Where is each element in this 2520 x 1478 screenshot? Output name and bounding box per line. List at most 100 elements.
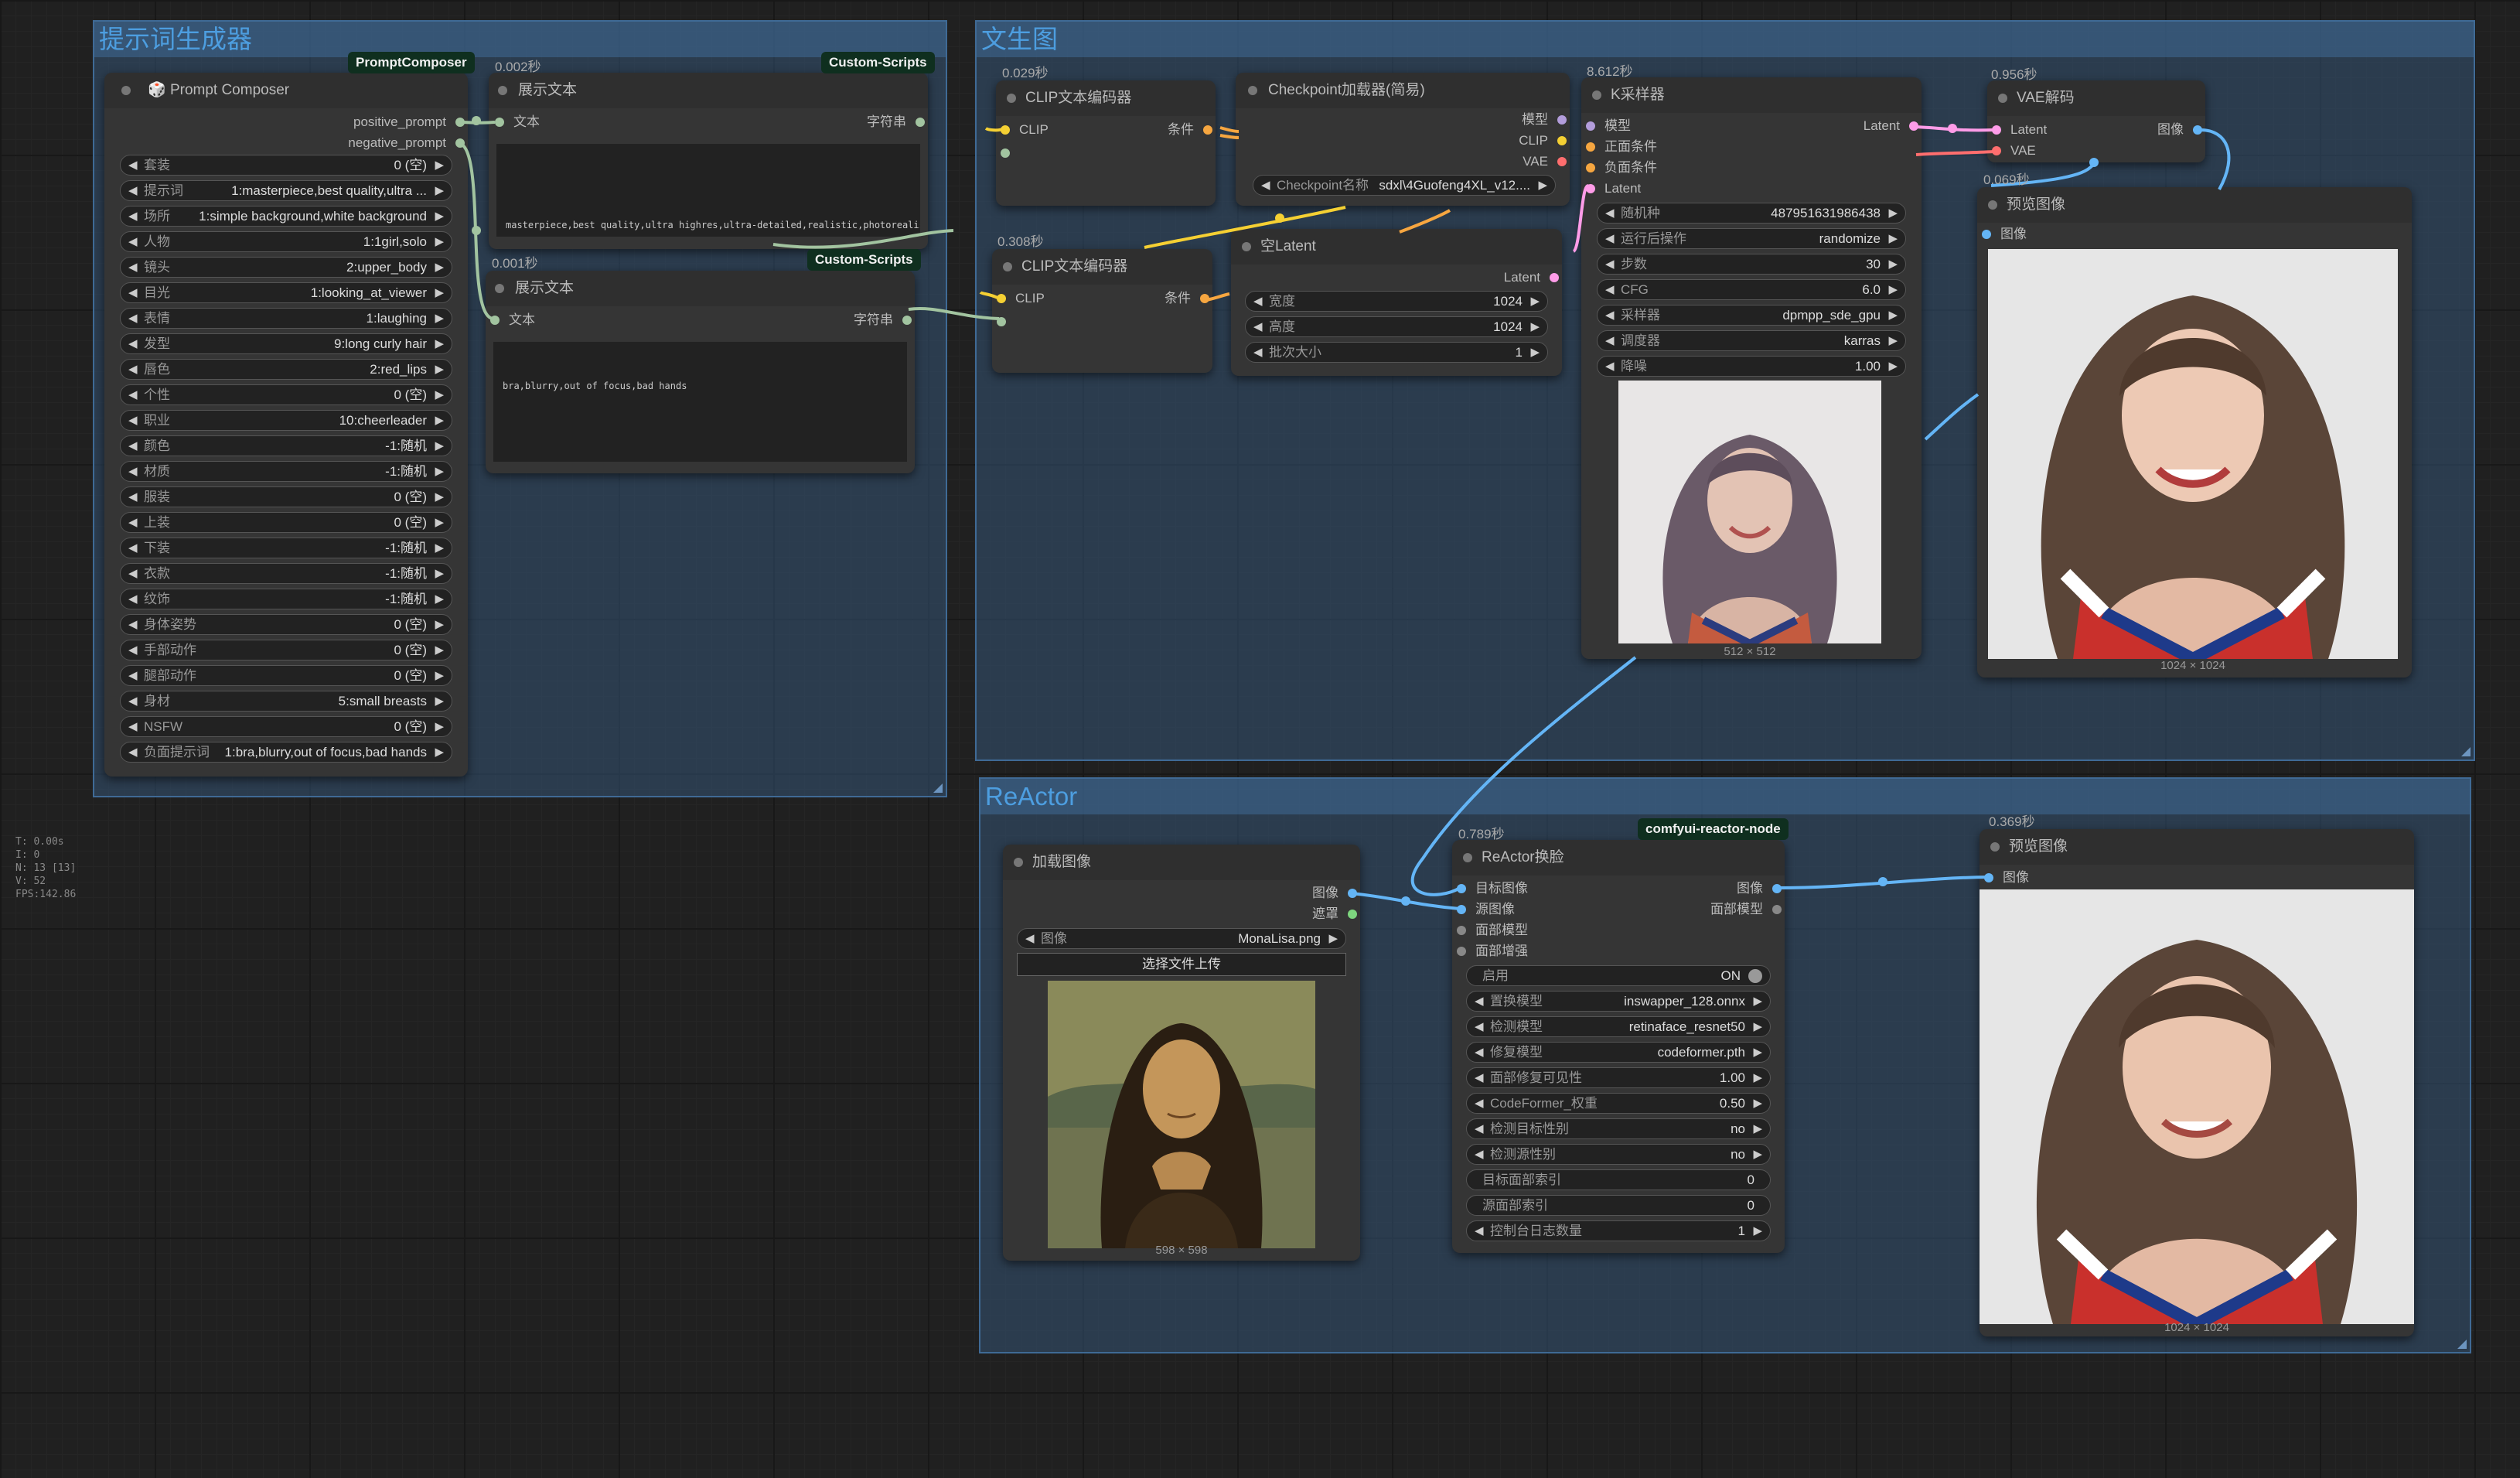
image-select[interactable]: ◀ 图像 MonaLisa.png ▶: [1017, 928, 1346, 949]
node-header[interactable]: 预览图像: [1980, 829, 2414, 865]
input-clip[interactable]: CLIP: [1001, 121, 1049, 138]
arrow-right-icon[interactable]: ▶: [435, 462, 444, 481]
collapse-dot[interactable]: [1592, 90, 1601, 100]
collapse-dot[interactable]: [1463, 853, 1472, 862]
widget-row[interactable]: ◀ 腿部动作 0 (空) ▶: [120, 665, 452, 686]
node-show-text-2[interactable]: 展示文本 文本 字符串 bra,blurry,out of focus,bad …: [486, 271, 915, 473]
arrow-right-icon[interactable]: ▶: [435, 666, 444, 685]
arrow-right-icon[interactable]: ▶: [1753, 1068, 1762, 1087]
arrow-right-icon[interactable]: ▶: [435, 436, 444, 456]
collapse-dot[interactable]: [1014, 858, 1023, 867]
arrow-left-icon[interactable]: ◀: [128, 334, 138, 353]
node-load-image[interactable]: 加载图像 图像 遮罩 ◀ 图像 MonaLisa.png ▶ 选择文件上传 59…: [1003, 845, 1360, 1261]
arrow-right-icon[interactable]: ▶: [435, 513, 444, 532]
text-display[interactable]: bra,blurry,out of focus,bad hands: [493, 342, 907, 462]
widget-row[interactable]: ◀ 表情 1:laughing ▶: [120, 308, 452, 329]
node-prompt-composer[interactable]: 🎲 Prompt Composer positive_prompt negati…: [104, 73, 468, 777]
node-header[interactable]: 预览图像: [1977, 187, 2412, 223]
arrow-right-icon[interactable]: ▶: [1753, 1094, 1762, 1113]
widget-row[interactable]: ◀ 镜头 2:upper_body ▶: [120, 257, 452, 278]
arrow-right-icon[interactable]: ▶: [1888, 229, 1898, 248]
text-input-dot[interactable]: [997, 317, 1006, 326]
output-mask[interactable]: 遮罩: [1312, 906, 1357, 923]
arrow-right-icon[interactable]: ▶: [435, 589, 444, 609]
collapse-dot[interactable]: [1990, 842, 2000, 852]
arrow-left-icon[interactable]: ◀: [128, 232, 138, 251]
arrow-right-icon[interactable]: ▶: [1328, 929, 1338, 948]
faceswap-result-image[interactable]: [1980, 889, 2414, 1324]
widget-row[interactable]: ◀ 身体姿势 0 (空) ▶: [120, 614, 452, 635]
node-header[interactable]: VAE解码: [1987, 80, 2205, 116]
node-show-text-1[interactable]: 展示文本 文本 字符串 masterpiece,best quality,ult…: [489, 73, 928, 249]
widget-row[interactable]: ◀ 高度 1024 ▶: [1245, 316, 1548, 337]
arrow-left-icon[interactable]: ◀: [128, 155, 138, 175]
arrow-left-icon[interactable]: ◀: [128, 258, 138, 277]
output-string[interactable]: 字符串: [867, 114, 925, 131]
arrow-left-icon[interactable]: ◀: [1253, 317, 1263, 336]
widget-row[interactable]: ◀ 控制台日志数量 1 ▶: [1466, 1220, 1771, 1241]
group-title[interactable]: ReActor: [980, 779, 2470, 814]
input-text[interactable]: 文本: [490, 312, 535, 329]
widget-row[interactable]: ◀ 采样器 dpmpp_sde_gpu ▶: [1597, 305, 1906, 326]
output-model[interactable]: 模型: [1522, 111, 1567, 128]
arrow-right-icon[interactable]: ▶: [1753, 1043, 1762, 1062]
arrow-right-icon[interactable]: ▶: [435, 615, 444, 634]
output-image[interactable]: 图像: [2157, 121, 2202, 138]
widget-row[interactable]: ◀ 上装 0 (空) ▶: [120, 512, 452, 533]
arrow-left-icon[interactable]: ◀: [128, 487, 138, 507]
arrow-left-icon[interactable]: ◀: [128, 615, 138, 634]
node-header[interactable]: 空Latent: [1231, 229, 1562, 265]
collapse-dot[interactable]: [1003, 262, 1012, 271]
arrow-right-icon[interactable]: ▶: [1753, 1017, 1762, 1036]
arrow-left-icon[interactable]: ◀: [1025, 929, 1035, 948]
node-header[interactable]: ReActor换脸: [1452, 840, 1785, 876]
source-image[interactable]: [1048, 981, 1315, 1248]
collapse-dot[interactable]: [1007, 94, 1016, 103]
widget-row[interactable]: ◀ 发型 9:long curly hair ▶: [120, 333, 452, 354]
arrow-left-icon[interactable]: ◀: [1475, 992, 1484, 1011]
arrow-right-icon[interactable]: ▶: [1888, 280, 1898, 299]
collapse-dot[interactable]: [498, 86, 507, 95]
arrow-left-icon[interactable]: ◀: [128, 742, 138, 762]
widget-row[interactable]: ◀ 降噪 1.00 ▶: [1597, 356, 1906, 377]
enable-toggle[interactable]: 启用 ON: [1466, 965, 1771, 986]
group-title[interactable]: 文生图: [977, 22, 2474, 57]
arrow-right-icon[interactable]: ▶: [1530, 343, 1540, 362]
upload-button[interactable]: 选择文件上传: [1017, 953, 1346, 976]
collapse-dot[interactable]: [1248, 86, 1257, 95]
widget-row[interactable]: ◀ 运行后操作 randomize ▶: [1597, 228, 1906, 249]
collapse-dot[interactable]: [1242, 242, 1251, 251]
arrow-right-icon[interactable]: ▶: [1530, 292, 1540, 311]
widget-row[interactable]: ◀ 步数 30 ▶: [1597, 254, 1906, 275]
arrow-left-icon[interactable]: ◀: [128, 436, 138, 456]
arrow-right-icon[interactable]: ▶: [1888, 357, 1898, 376]
arrow-left-icon[interactable]: ◀: [128, 207, 138, 226]
arrow-right-icon[interactable]: ▶: [435, 717, 444, 736]
arrow-right-icon[interactable]: ▶: [435, 640, 444, 660]
node-checkpoint-loader[interactable]: Checkpoint加载器(简易) 模型 CLIP VAE ◀ Checkpoi…: [1236, 73, 1570, 206]
widget-row[interactable]: ◀ 随机种 487951631986438 ▶: [1597, 203, 1906, 224]
node-header[interactable]: 加载图像: [1003, 845, 1360, 880]
output-conditioning[interactable]: 条件: [1165, 290, 1209, 307]
arrow-left-icon[interactable]: ◀: [1605, 254, 1615, 274]
widget-row[interactable]: ◀ 套装 0 (空) ▶: [120, 155, 452, 176]
output-positive-prompt[interactable]: positive_prompt: [353, 114, 465, 131]
arrow-right-icon[interactable]: ▶: [435, 691, 444, 711]
node-header[interactable]: Checkpoint加载器(简易): [1236, 73, 1570, 108]
arrow-left-icon[interactable]: ◀: [128, 309, 138, 328]
input-model[interactable]: 模型: [1586, 118, 1631, 135]
node-clip-text-encode-2[interactable]: CLIP文本编码器 CLIP 条件: [992, 249, 1212, 373]
arrow-right-icon[interactable]: ▶: [435, 385, 444, 404]
widget-row[interactable]: ◀ CFG 6.0 ▶: [1597, 279, 1906, 300]
arrow-left-icon[interactable]: ◀: [1253, 343, 1263, 362]
widget-row[interactable]: ◀ 颜色 -1:随机 ▶: [120, 435, 452, 456]
node-header[interactable]: 展示文本: [486, 271, 915, 306]
output-vae[interactable]: VAE: [1523, 153, 1567, 170]
arrow-left-icon[interactable]: ◀: [1475, 1043, 1484, 1062]
text-display[interactable]: masterpiece,best quality,ultra highres,u…: [496, 144, 920, 237]
arrow-left-icon[interactable]: ◀: [128, 181, 138, 200]
node-reactor-faceswap[interactable]: ReActor换脸 目标图像 源图像 面部模型 面部增强 图像 面部模型 启用 …: [1452, 840, 1785, 1253]
widget-row[interactable]: ◀ 宽度 1024 ▶: [1245, 291, 1548, 312]
widget-row[interactable]: ◀ 衣款 -1:随机 ▶: [120, 563, 452, 584]
arrow-left-icon[interactable]: ◀: [128, 411, 138, 430]
